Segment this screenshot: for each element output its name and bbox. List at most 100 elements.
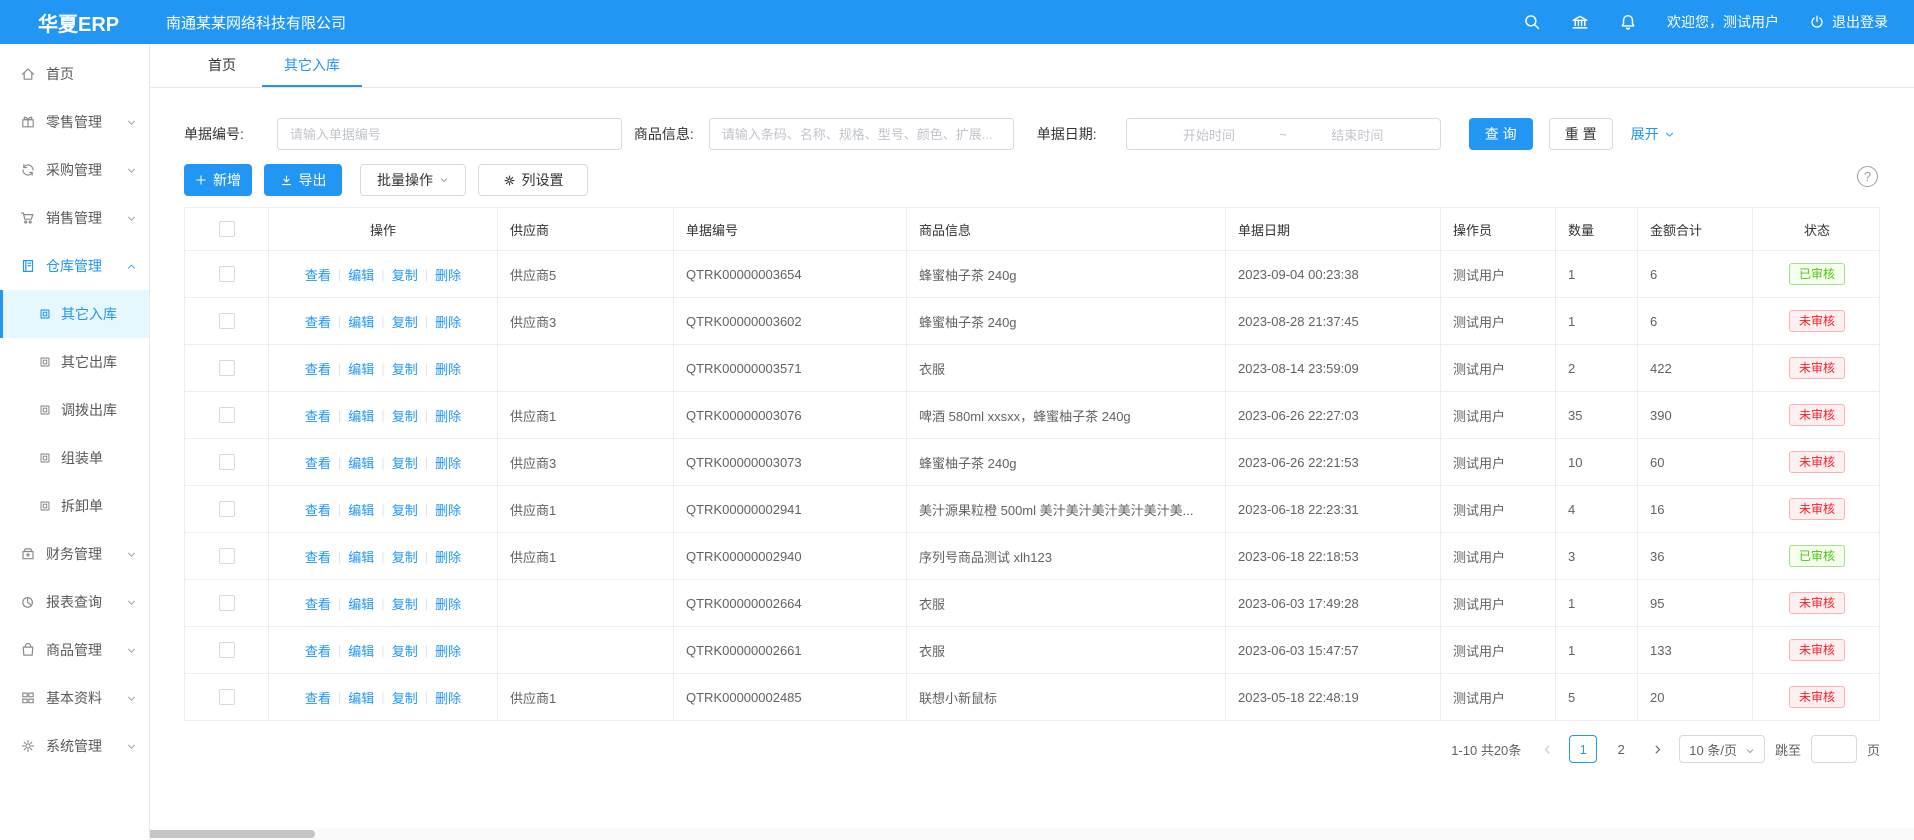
search-button[interactable]: 查 询 bbox=[1469, 118, 1533, 150]
edit-link[interactable]: 编辑 bbox=[348, 453, 374, 472]
product-info-input[interactable] bbox=[709, 118, 1014, 150]
sidebar-item-finance-mgmt[interactable]: 财务管理 bbox=[0, 530, 149, 578]
delete-link[interactable]: 删除 bbox=[435, 265, 461, 284]
view-link[interactable]: 查看 bbox=[305, 547, 331, 566]
edit-link[interactable]: 编辑 bbox=[348, 688, 374, 707]
page-button-1[interactable]: 1 bbox=[1569, 735, 1597, 763]
row-checkbox[interactable] bbox=[219, 642, 235, 658]
sidebar-item-report-query[interactable]: 报表查询 bbox=[0, 578, 149, 626]
row-checkbox[interactable] bbox=[219, 501, 235, 517]
delete-link[interactable]: 删除 bbox=[435, 359, 461, 378]
view-link[interactable]: 查看 bbox=[305, 688, 331, 707]
row-checkbox[interactable] bbox=[219, 689, 235, 705]
column-settings-button[interactable]: 列设置 bbox=[478, 164, 588, 196]
edit-link[interactable]: 编辑 bbox=[348, 406, 374, 425]
delete-link[interactable]: 删除 bbox=[435, 688, 461, 707]
cell-checkbox bbox=[185, 439, 269, 485]
delete-link[interactable]: 删除 bbox=[435, 594, 461, 613]
copy-link[interactable]: 复制 bbox=[392, 359, 418, 378]
copy-link[interactable]: 复制 bbox=[392, 312, 418, 331]
view-link[interactable]: 查看 bbox=[305, 594, 331, 613]
edit-link[interactable]: 编辑 bbox=[348, 265, 374, 284]
sidebar-item-home[interactable]: 首页 bbox=[0, 50, 149, 98]
row-checkbox[interactable] bbox=[219, 360, 235, 376]
sidebar-item-other-outbound[interactable]: 其它出库 bbox=[0, 338, 149, 386]
tab-other-inbound[interactable]: 其它入库 bbox=[262, 44, 362, 87]
edit-link[interactable]: 编辑 bbox=[348, 500, 374, 519]
logout-button[interactable]: 退出登录 bbox=[1809, 12, 1888, 32]
link-divider: | bbox=[381, 314, 384, 329]
delete-link[interactable]: 删除 bbox=[435, 312, 461, 331]
reset-button[interactable]: 重 置 bbox=[1549, 118, 1613, 150]
copy-link[interactable]: 复制 bbox=[392, 594, 418, 613]
sidebar-item-other-inbound[interactable]: 其它入库 bbox=[0, 290, 149, 338]
prev-page-button[interactable] bbox=[1535, 735, 1559, 763]
copy-link[interactable]: 复制 bbox=[392, 641, 418, 660]
copy-link[interactable]: 复制 bbox=[392, 406, 418, 425]
copy-link[interactable]: 复制 bbox=[392, 688, 418, 707]
delete-link[interactable]: 删除 bbox=[435, 406, 461, 425]
row-checkbox[interactable] bbox=[219, 266, 235, 282]
expand-toggle[interactable]: 展开 bbox=[1631, 124, 1675, 144]
edit-link[interactable]: 编辑 bbox=[348, 359, 374, 378]
delete-link[interactable]: 删除 bbox=[435, 500, 461, 519]
page-button-2[interactable]: 2 bbox=[1607, 735, 1635, 763]
view-link[interactable]: 查看 bbox=[305, 641, 331, 660]
cell-product: 美汁源果粒橙 500ml 美汁美汁美汁美汁美汁美... bbox=[907, 486, 1226, 532]
delete-link[interactable]: 删除 bbox=[435, 641, 461, 660]
sidebar-item-sales-mgmt[interactable]: 销售管理 bbox=[0, 194, 149, 242]
link-divider: | bbox=[381, 361, 384, 376]
sidebar-item-base-data[interactable]: 基本资料 bbox=[0, 674, 149, 722]
help-icon[interactable]: ? bbox=[1857, 166, 1878, 187]
sidebar-item-transfer-outbound[interactable]: 调拨出库 bbox=[0, 386, 149, 434]
table-toolbar: 新增 导出 批量操作 列设置 bbox=[184, 164, 588, 196]
tab-home[interactable]: 首页 bbox=[196, 44, 248, 87]
sidebar-item-system-mgmt[interactable]: 系统管理 bbox=[0, 722, 149, 770]
bill-no-input[interactable] bbox=[277, 118, 622, 150]
jump-page-input[interactable] bbox=[1811, 735, 1857, 763]
view-link[interactable]: 查看 bbox=[305, 265, 331, 284]
search-icon[interactable] bbox=[1523, 13, 1541, 31]
main-area: 首页 其它入库 单据编号: 商品信息: 单据日期: 开始时间 ~ 结束时间 查 … bbox=[150, 44, 1914, 840]
page-size-select[interactable]: 10 条/页 bbox=[1679, 735, 1765, 763]
sidebar-item-label: 仓库管理 bbox=[46, 256, 102, 276]
view-link[interactable]: 查看 bbox=[305, 406, 331, 425]
sidebar-item-purchase-mgmt[interactable]: 采购管理 bbox=[0, 146, 149, 194]
copy-link[interactable]: 复制 bbox=[392, 547, 418, 566]
platform-bank-icon[interactable] bbox=[1571, 13, 1589, 31]
row-checkbox[interactable] bbox=[219, 313, 235, 329]
edit-link[interactable]: 编辑 bbox=[348, 547, 374, 566]
cell-status: 未审核 bbox=[1753, 298, 1881, 344]
edit-link[interactable]: 编辑 bbox=[348, 594, 374, 613]
delete-link[interactable]: 删除 bbox=[435, 547, 461, 566]
link-divider: | bbox=[381, 690, 384, 705]
row-checkbox[interactable] bbox=[219, 454, 235, 470]
add-button[interactable]: 新增 bbox=[184, 164, 252, 196]
edit-link[interactable]: 编辑 bbox=[348, 312, 374, 331]
cell-supplier: 供应商 bbox=[498, 208, 674, 250]
batch-actions-dropdown[interactable]: 批量操作 bbox=[360, 164, 466, 196]
select-all-checkbox[interactable] bbox=[219, 221, 235, 237]
next-page-button[interactable] bbox=[1645, 735, 1669, 763]
delete-link[interactable]: 删除 bbox=[435, 453, 461, 472]
view-link[interactable]: 查看 bbox=[305, 500, 331, 519]
row-checkbox[interactable] bbox=[219, 407, 235, 423]
view-link[interactable]: 查看 bbox=[305, 453, 331, 472]
copy-link[interactable]: 复制 bbox=[392, 500, 418, 519]
sidebar-item-assembly-order[interactable]: 组装单 bbox=[0, 434, 149, 482]
sidebar-item-goods-mgmt[interactable]: 商品管理 bbox=[0, 626, 149, 674]
view-link[interactable]: 查看 bbox=[305, 359, 331, 378]
sidebar-item-disassembly-order[interactable]: 拆卸单 bbox=[0, 482, 149, 530]
export-button[interactable]: 导出 bbox=[264, 164, 342, 196]
copy-link[interactable]: 复制 bbox=[392, 265, 418, 284]
sidebar-item-warehouse-mgmt[interactable]: 仓库管理 bbox=[0, 242, 149, 290]
copy-link[interactable]: 复制 bbox=[392, 453, 418, 472]
date-range-picker[interactable]: 开始时间 ~ 结束时间 bbox=[1126, 118, 1441, 150]
row-checkbox[interactable] bbox=[219, 548, 235, 564]
edit-link[interactable]: 编辑 bbox=[348, 641, 374, 660]
bell-icon[interactable] bbox=[1619, 13, 1637, 31]
row-checkbox[interactable] bbox=[219, 595, 235, 611]
sidebar-item-retail-mgmt[interactable]: 零售管理 bbox=[0, 98, 149, 146]
purchase-icon bbox=[20, 162, 36, 178]
view-link[interactable]: 查看 bbox=[305, 312, 331, 331]
